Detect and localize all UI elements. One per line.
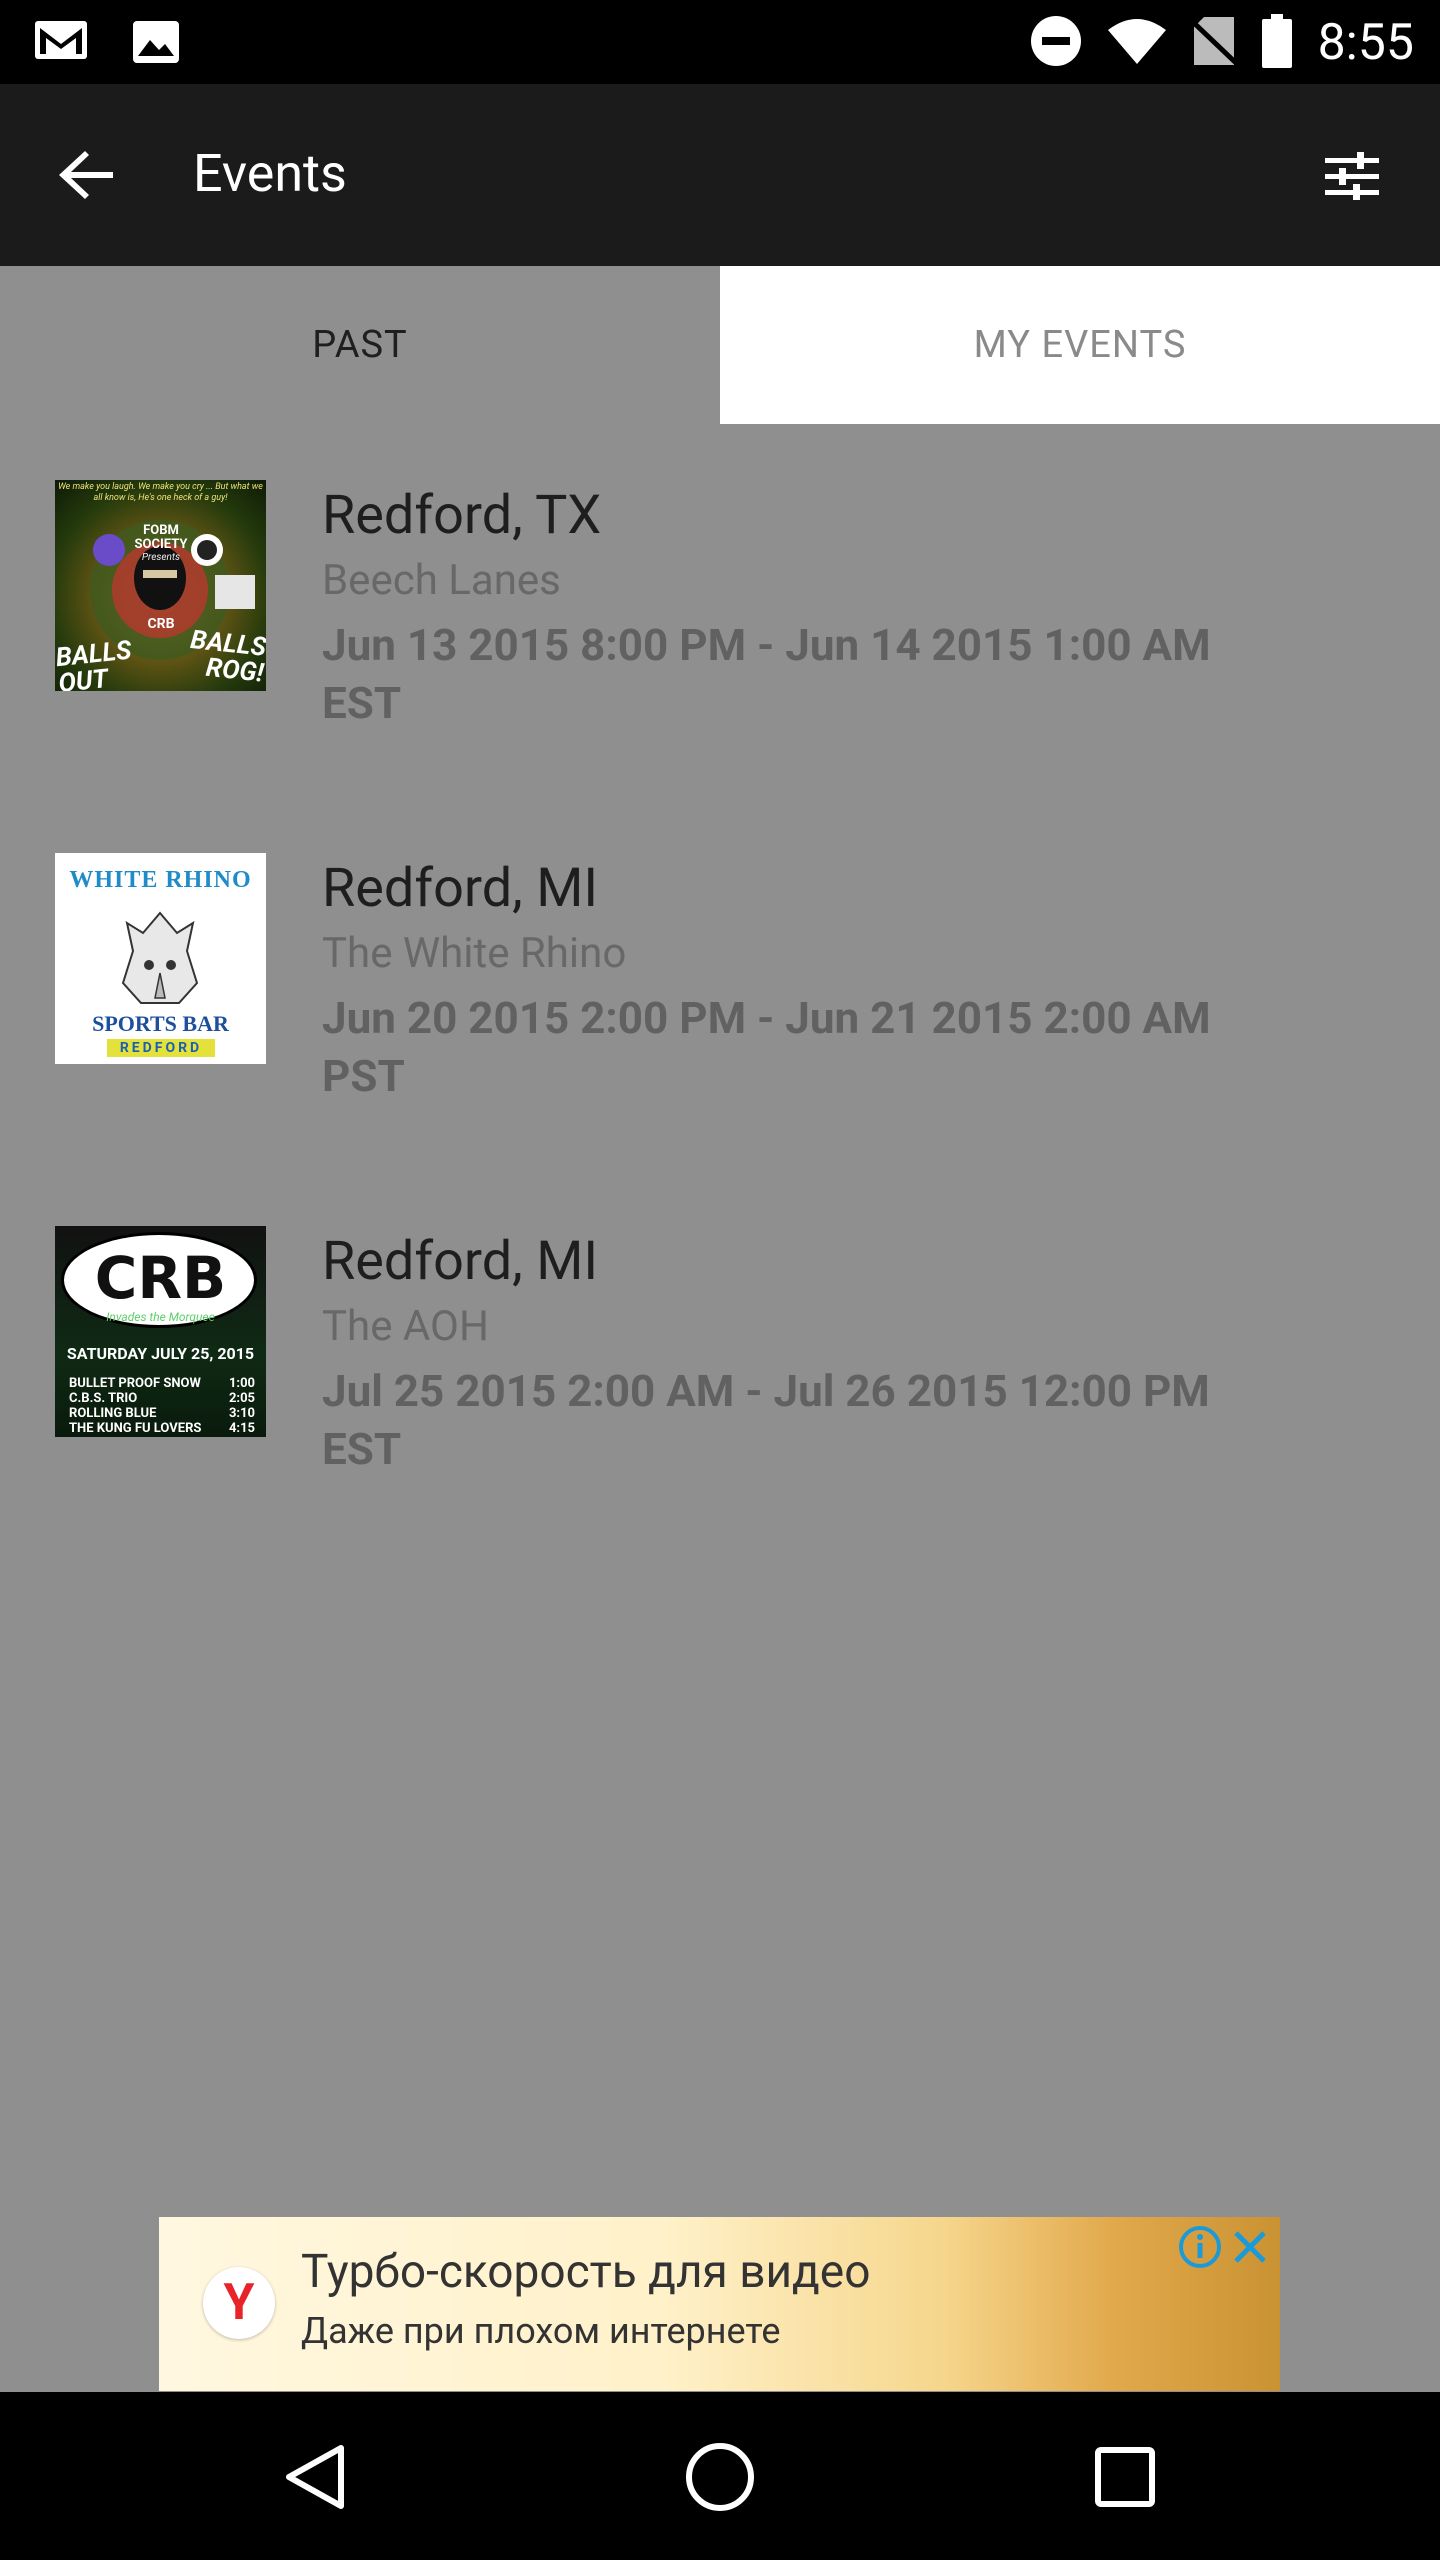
gmail-icon (34, 20, 88, 68)
ad-banner[interactable]: Y Турбо-скорость для видео Даже при плох… (159, 2217, 1280, 2391)
rhino-icon (121, 911, 199, 1004)
lineup-band: BULLET PROOF SNOW (69, 1376, 201, 1391)
thumb-badge-sub: Presents (141, 552, 181, 563)
event-city: Redford, MI (322, 1230, 599, 1293)
clock: 8:55 (1317, 14, 1414, 72)
thumb-bar: SPORTS BAR (92, 1011, 229, 1036)
yandex-logo-icon: Y (203, 2267, 275, 2339)
event-item[interactable]: WHITE RHINO SPORTS BAR REDFORD Redford, … (0, 797, 1440, 1167)
app-bar: Events (0, 84, 1440, 266)
thumb-tagline: We make you laugh. We make you cry ... B… (58, 482, 263, 503)
do-not-disturb-icon (1030, 15, 1082, 71)
event-date: Jun 20 2015 2:00 PM - Jun 21 2015 2:00 A… (322, 989, 1392, 1105)
thumb-date: SATURDAY JULY 25, 2015 (66, 1344, 255, 1363)
event-venue: The AOH (322, 1302, 489, 1351)
thumb-logo: CRB (94, 1244, 227, 1312)
lineup-band: C.B.S. TRIO (69, 1391, 138, 1406)
lineup-row: BULLET PROOF SNOW 1:00 (69, 1376, 255, 1391)
lineup-time: 1:00 (228, 1376, 255, 1391)
lineup-time: 2:05 (228, 1391, 255, 1406)
thumb-center: CRB (147, 616, 175, 632)
event-thumbnail: CRB Invades the Morquee SATURDAY JULY 25… (55, 1226, 266, 1437)
event-item[interactable]: CRB Invades the Morquee SATURDAY JULY 25… (0, 1170, 1440, 1540)
thumb-badge: FOBM SOCIETY (134, 523, 188, 552)
wifi-icon (1107, 18, 1166, 68)
event-date-range: Jul 25 2015 2:00 AM - Jul 26 2015 12:00 … (322, 1365, 1210, 1417)
nav-home-icon[interactable] (675, 2432, 765, 2522)
ad-headline: Турбо-скорость для видео (301, 2245, 871, 2299)
event-thumbnail: We make you laugh. We make you cry ... B… (55, 480, 266, 691)
nav-recents-icon[interactable] (1080, 2432, 1170, 2522)
close-icon[interactable] (1228, 2225, 1272, 2269)
lineup-time: 3:10 (228, 1406, 255, 1421)
event-timezone: EST (322, 1423, 402, 1475)
event-date: Jul 25 2015 2:00 AM - Jul 26 2015 12:00 … (322, 1362, 1392, 1478)
lineup-row: THE KUNG FU LOVERS 4:15 (69, 1421, 255, 1436)
page-title: Events (193, 143, 347, 204)
event-date-range: Jun 20 2015 2:00 PM - Jun 21 2015 2:00 A… (322, 992, 1211, 1044)
thumb-title: WHITE RHINO (69, 867, 252, 893)
ad-subline: Даже при плохом интернете (301, 2310, 781, 2352)
event-timezone: PST (322, 1050, 405, 1102)
thumb-place: REDFORD (107, 1039, 215, 1057)
ad-logo-letter: Y (223, 2274, 255, 2332)
status-bar: 8:55 (0, 0, 1440, 84)
nav-back-icon[interactable] (270, 2432, 360, 2522)
tune-icon[interactable] (1316, 140, 1388, 212)
thumb-left-text: BALLS OUT (55, 635, 133, 691)
battery-icon (1261, 14, 1292, 72)
event-venue: The White Rhino (322, 929, 627, 978)
arrow-back-icon[interactable] (52, 140, 122, 210)
lineup-time: 4:15 (228, 1421, 255, 1436)
event-date: Jun 13 2015 8:00 PM - Jun 14 2015 1:00 A… (322, 616, 1392, 732)
tab-past[interactable]: PAST (0, 266, 720, 424)
event-date-range: Jun 13 2015 8:00 PM - Jun 14 2015 1:00 A… (322, 619, 1211, 671)
image-icon (132, 20, 180, 68)
lineup-band: ROLLING BLUE (69, 1406, 157, 1421)
tab-bar: PAST MY EVENTS (0, 266, 1440, 424)
info-icon[interactable] (1178, 2225, 1222, 2269)
thumb-right-text: BALLS ROG! (189, 625, 266, 689)
event-thumbnail: WHITE RHINO SPORTS BAR REDFORD (55, 853, 266, 1064)
lineup-row: C.B.S. TRIO 2:05 (69, 1391, 255, 1406)
event-timezone: EST (322, 677, 402, 729)
thumb-tagline: Invades the Morquee (106, 1310, 215, 1324)
tab-my-events[interactable]: MY EVENTS (720, 266, 1440, 424)
navigation-bar (0, 2392, 1440, 2560)
lineup-band: THE KUNG FU LOVERS (69, 1421, 202, 1436)
event-venue: Beech Lanes (322, 556, 561, 605)
thumb-lineup: BULLET PROOF SNOW 1:00 C.B.S. TRIO 2:05 RO… (69, 1376, 255, 1436)
event-item[interactable]: We make you laugh. We make you cry ... B… (0, 424, 1440, 794)
lineup-row: ROLLING BLUE 3:10 (69, 1406, 255, 1421)
event-city: Redford, MI (322, 857, 599, 920)
no-sim-icon (1189, 15, 1238, 71)
event-city: Redford, TX (322, 484, 602, 547)
